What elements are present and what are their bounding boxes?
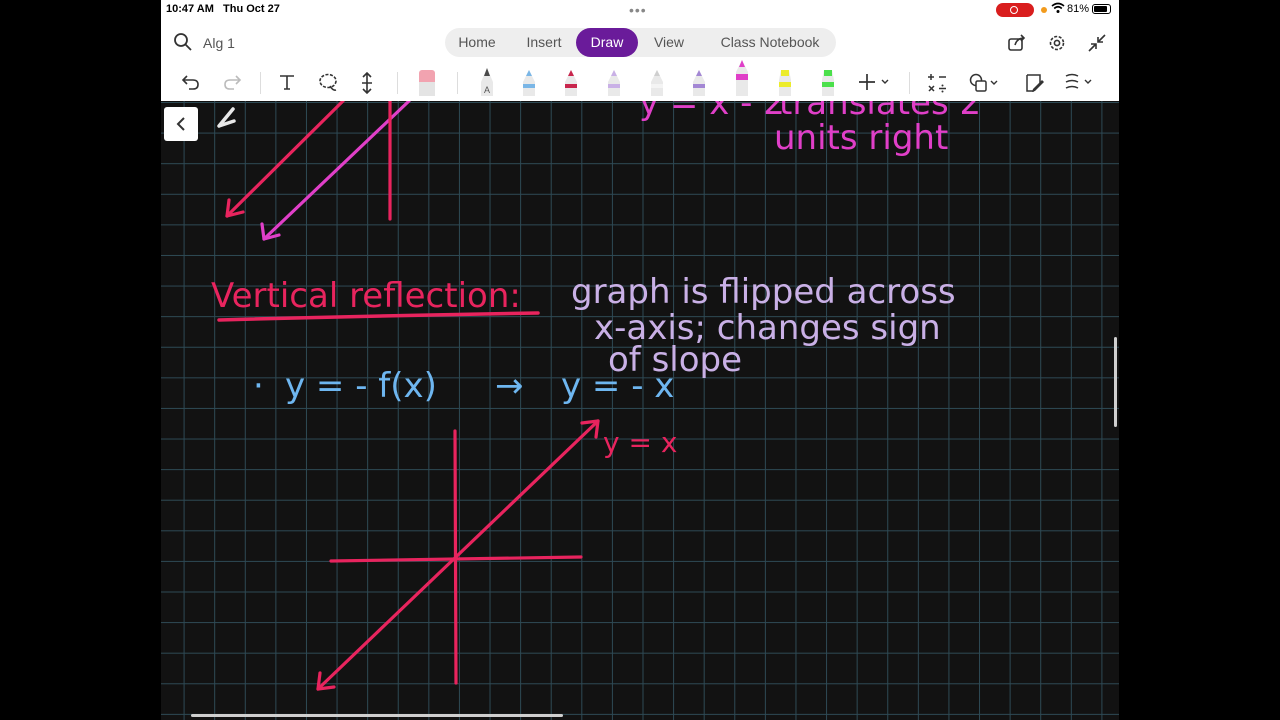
- ink-text-formula-arrow: →: [495, 366, 524, 406]
- app-header: Alg 1 Home Insert Draw View Class Notebo…: [161, 20, 1119, 64]
- ink-text-top-equation: y = x - 2: [639, 101, 785, 123]
- toolbar-separator: [397, 72, 398, 94]
- tab-view[interactable]: View: [645, 28, 693, 57]
- pen-tool-purple[interactable]: [689, 68, 709, 101]
- page-title[interactable]: Alg 1: [203, 35, 235, 51]
- mic-indicator-icon: [1041, 7, 1047, 13]
- ink-text-graph-label: y = x: [603, 426, 677, 459]
- multitasking-dots-icon[interactable]: •••: [629, 2, 647, 18]
- ribbon-tabs: Home Insert Draw View Class Notebook: [445, 28, 836, 57]
- undo-icon[interactable]: [181, 72, 201, 97]
- ink-text-heading: Vertical reflection:: [211, 276, 521, 316]
- add-pen-icon[interactable]: [858, 72, 892, 97]
- ink-text-bullet: ·: [253, 366, 264, 406]
- note-canvas[interactable]: y = x - 2 translates 2 units right Verti…: [161, 101, 1119, 720]
- vertical-scrollbar[interactable]: [1114, 337, 1117, 427]
- eraser-icon[interactable]: [417, 64, 437, 101]
- math-icon[interactable]: [926, 72, 948, 99]
- search-icon[interactable]: [173, 32, 193, 57]
- toolbar-separator: [260, 72, 261, 94]
- lasso-icon[interactable]: [317, 72, 339, 99]
- ink-text-desc-1: graph is flipped across: [571, 272, 956, 312]
- ink-magenta-line: [262, 101, 411, 241]
- tab-draw[interactable]: Draw: [576, 28, 638, 57]
- back-button[interactable]: [164, 107, 198, 141]
- battery-percent: 81%: [1067, 3, 1090, 15]
- tab-home[interactable]: Home: [453, 28, 501, 57]
- ink-replay-icon[interactable]: [1064, 72, 1094, 97]
- pen-tool-white[interactable]: [647, 68, 667, 101]
- wifi-icon: [1051, 2, 1065, 17]
- tab-insert[interactable]: Insert: [517, 28, 571, 57]
- draw-toolbar: A: [161, 60, 1119, 102]
- pen-tool-magenta-selected[interactable]: [732, 60, 752, 101]
- status-time: 10:47 AM: [166, 3, 214, 15]
- status-date: Thu Oct 27: [223, 3, 280, 15]
- highlighter-green[interactable]: [818, 68, 838, 101]
- pen-tool-lavender[interactable]: [604, 68, 624, 101]
- horizontal-scrollbar[interactable]: [191, 714, 563, 717]
- chevron-left-icon: [176, 117, 185, 131]
- ink-to-text-icon[interactable]: [1024, 72, 1044, 99]
- text-icon[interactable]: [277, 72, 297, 97]
- ink-text-formula-right: y = - x: [561, 366, 674, 406]
- status-bar: 10:47 AM Thu Oct 27 ••• 81%: [161, 0, 1119, 20]
- collapse-arrows-icon[interactable]: [1087, 33, 1107, 58]
- screen-record-icon[interactable]: [996, 3, 1034, 17]
- highlighter-yellow[interactable]: [775, 68, 795, 101]
- ink-layer: y = x - 2 translates 2 units right Verti…: [211, 101, 981, 691]
- pen-tool-red[interactable]: [561, 68, 581, 101]
- insert-space-icon[interactable]: [359, 71, 375, 99]
- svg-text:A: A: [484, 85, 490, 95]
- ink-red-line: [225, 101, 345, 218]
- battery-icon: [1092, 4, 1111, 14]
- pen-tool-black[interactable]: A: [477, 68, 497, 101]
- ink-graph-line-y-eq-x: [316, 419, 600, 691]
- ink-white-arrow-stroke: [217, 107, 236, 128]
- ink-text-top-phrase-2: units right: [774, 118, 948, 158]
- shapes-icon[interactable]: [969, 72, 999, 99]
- toolbar-separator: [457, 72, 458, 94]
- onenote-window: 10:47 AM Thu Oct 27 ••• 81% Alg 1 Home I…: [161, 0, 1119, 720]
- redo-icon[interactable]: [222, 72, 242, 97]
- ink-text-formula-left: y = - f(x): [285, 366, 437, 406]
- settings-gear-icon[interactable]: [1047, 33, 1067, 58]
- pen-tool-blue[interactable]: [519, 68, 539, 101]
- tab-class-notebook[interactable]: Class Notebook: [709, 28, 831, 57]
- toolbar-separator: [909, 72, 910, 94]
- share-icon[interactable]: [1007, 33, 1027, 58]
